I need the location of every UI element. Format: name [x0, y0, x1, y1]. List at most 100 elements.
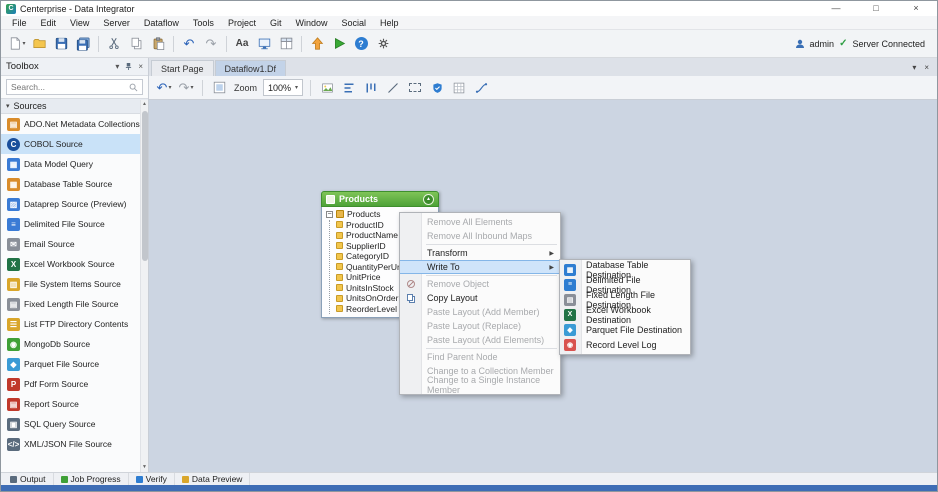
undo-button[interactable]: ↶ [179, 34, 199, 54]
align-horizontal-button[interactable] [340, 79, 358, 97]
maximize-button[interactable]: □ [870, 2, 882, 15]
menu-item-write-to[interactable]: Write To ▶ [400, 260, 560, 274]
select-region-button[interactable] [406, 79, 424, 97]
chevron-down-icon: ▾ [22, 41, 25, 47]
toolbox-controls: ▾ × [115, 62, 143, 71]
copy-button[interactable] [126, 34, 146, 54]
toolbox-item-file-system-items-source[interactable]: ▥ File System Items Source [1, 274, 140, 294]
tab-output[interactable]: Output [3, 473, 54, 485]
schema-button[interactable] [276, 34, 296, 54]
settings-button[interactable] [373, 34, 393, 54]
align-vertical-button[interactable] [362, 79, 380, 97]
menu-server[interactable]: Server [96, 18, 137, 28]
save-button[interactable] [51, 34, 71, 54]
toolbox-close-button[interactable]: × [138, 63, 143, 71]
toolbox-item-data-model-query[interactable]: ▦ Data Model Query [1, 154, 140, 174]
toolbox-item-report-source[interactable]: ▤ Report Source [1, 394, 140, 414]
scroll-up-icon[interactable]: ▲ [142, 100, 147, 109]
save-all-button[interactable] [73, 34, 93, 54]
show-grid-button[interactable] [450, 79, 468, 97]
run-button[interactable] [329, 34, 349, 54]
close-document-button[interactable]: × [924, 64, 929, 72]
job-progress-icon [61, 476, 68, 483]
toolbox-scrollbar[interactable]: ▲ ▼ [140, 100, 148, 472]
toolbox-item-mongodb-source[interactable]: ◉ MongoDb Source [1, 334, 140, 354]
toolbox-item-delimited-file-source[interactable]: ≡ Delimited File Source [1, 214, 140, 234]
canvas-redo-button[interactable]: ↷ ▾ [177, 79, 195, 97]
minimize-button[interactable]: — [830, 2, 842, 15]
tab-data-preview[interactable]: Data Preview [175, 473, 251, 485]
toolbox-item-email-source[interactable]: ✉ Email Source [1, 234, 140, 254]
font-button[interactable]: Aa [232, 34, 252, 54]
node-type-icon [326, 195, 335, 204]
remove-object-icon [407, 280, 415, 288]
pin-icon[interactable] [125, 62, 132, 71]
draw-link-button[interactable] [384, 79, 402, 97]
tab-start-page[interactable]: Start Page [151, 60, 214, 76]
submenu-item-record-level-log[interactable]: ◉ Record Level Log [560, 337, 690, 352]
tab-list-button[interactable]: ▾ [912, 64, 916, 72]
toolbox-item-pdf-form-source[interactable]: P Pdf Form Source [1, 374, 140, 394]
deploy-button[interactable] [307, 34, 327, 54]
scrollbar-thumb[interactable] [142, 111, 148, 261]
fit-to-window-button[interactable] [210, 79, 228, 97]
node-title: Products [339, 194, 419, 204]
field-icon [336, 221, 343, 228]
submenu-arrow-icon: ▶ [549, 250, 554, 257]
menu-dataflow[interactable]: Dataflow [137, 18, 186, 28]
tab-dataflow1[interactable]: Dataflow1.Df [215, 60, 287, 76]
toolbox-item-parquet-file-source[interactable]: ◆ Parquet File Source [1, 354, 140, 374]
search-box[interactable] [6, 79, 143, 95]
scroll-down-icon[interactable]: ▼ [142, 463, 147, 472]
tree-collapse-toggle[interactable]: − [326, 211, 333, 218]
toolbox-menu-button[interactable]: ▾ [115, 63, 119, 71]
menu-help[interactable]: Help [373, 18, 406, 28]
auto-layout-button[interactable] [472, 79, 490, 97]
search-input[interactable] [11, 82, 126, 92]
menu-social[interactable]: Social [334, 18, 373, 28]
menu-item-transform[interactable]: Transform ▶ [400, 246, 560, 260]
close-button[interactable]: × [910, 2, 922, 15]
canvas-undo-button[interactable]: ↶ ▾ [155, 79, 173, 97]
verify-button[interactable] [428, 79, 446, 97]
field-icon [336, 253, 343, 260]
paste-button[interactable] [148, 34, 168, 54]
open-button[interactable] [29, 34, 49, 54]
menu-item-remove-object: Remove Object [400, 277, 560, 291]
toolbox-item-cobol-source[interactable]: C COBOL Source [1, 134, 140, 154]
submenu-item-excel-workbook-destination[interactable]: X Excel Workbook Destination [560, 307, 690, 322]
tab-verify[interactable]: Verify [129, 473, 175, 485]
menu-file[interactable]: File [5, 18, 34, 28]
menu-tools[interactable]: Tools [186, 18, 221, 28]
toolbox-item-xml-json-file-source[interactable]: </> XML/JSON File Source [1, 434, 140, 454]
menu-edit[interactable]: Edit [34, 18, 64, 28]
toolbox-item-excel-workbook-source[interactable]: X Excel Workbook Source [1, 254, 140, 274]
dataflow-canvas[interactable]: Products ▲ − Products ProductID [149, 100, 937, 472]
submenu-item-parquet-file-destination[interactable]: ◆ Parquet File Destination [560, 322, 690, 337]
cut-button[interactable] [104, 34, 124, 54]
menu-item-copy-layout[interactable]: Copy Layout [400, 291, 560, 305]
toolbox-item-list-ftp-directory-contents[interactable]: ☰ List FTP Directory Contents [1, 314, 140, 334]
menu-window[interactable]: Window [288, 18, 334, 28]
new-button[interactable]: ▾ [7, 34, 27, 54]
redo-button[interactable]: ↷ [201, 34, 221, 54]
zoom-select[interactable]: 100% ▾ [263, 79, 303, 96]
toolbox-item-ado-net-metadata-collections[interactable]: ▤ ADO.Net Metadata Collections [1, 114, 140, 134]
toolbox-item-dataprep-source[interactable]: ▨ Dataprep Source (Preview) [1, 194, 140, 214]
menu-view[interactable]: View [63, 18, 96, 28]
user-icon [795, 39, 805, 49]
products-node-header[interactable]: Products ▲ [321, 191, 439, 207]
tab-job-progress[interactable]: Job Progress [54, 473, 129, 485]
toolbar-status: admin ✓ Server Connected [795, 38, 931, 49]
menu-project[interactable]: Project [221, 18, 263, 28]
sources-section-header[interactable]: ▾ Sources [1, 98, 148, 114]
menu-git[interactable]: Git [263, 18, 289, 28]
toolbox-item-sql-query-source[interactable]: ▣ SQL Query Source [1, 414, 140, 434]
toolbox-item-fixed-length-file-source[interactable]: ▤ Fixed Length File Source [1, 294, 140, 314]
toolbox-item-database-table-source[interactable]: ▦ Database Table Source [1, 174, 140, 194]
main-toolbar: ▾ ↶ ↷ Aa [1, 30, 937, 58]
preview-button[interactable] [254, 34, 274, 54]
export-image-button[interactable] [318, 79, 336, 97]
collapse-node-button[interactable]: ▲ [423, 194, 434, 205]
help-button[interactable]: ? [351, 34, 371, 54]
